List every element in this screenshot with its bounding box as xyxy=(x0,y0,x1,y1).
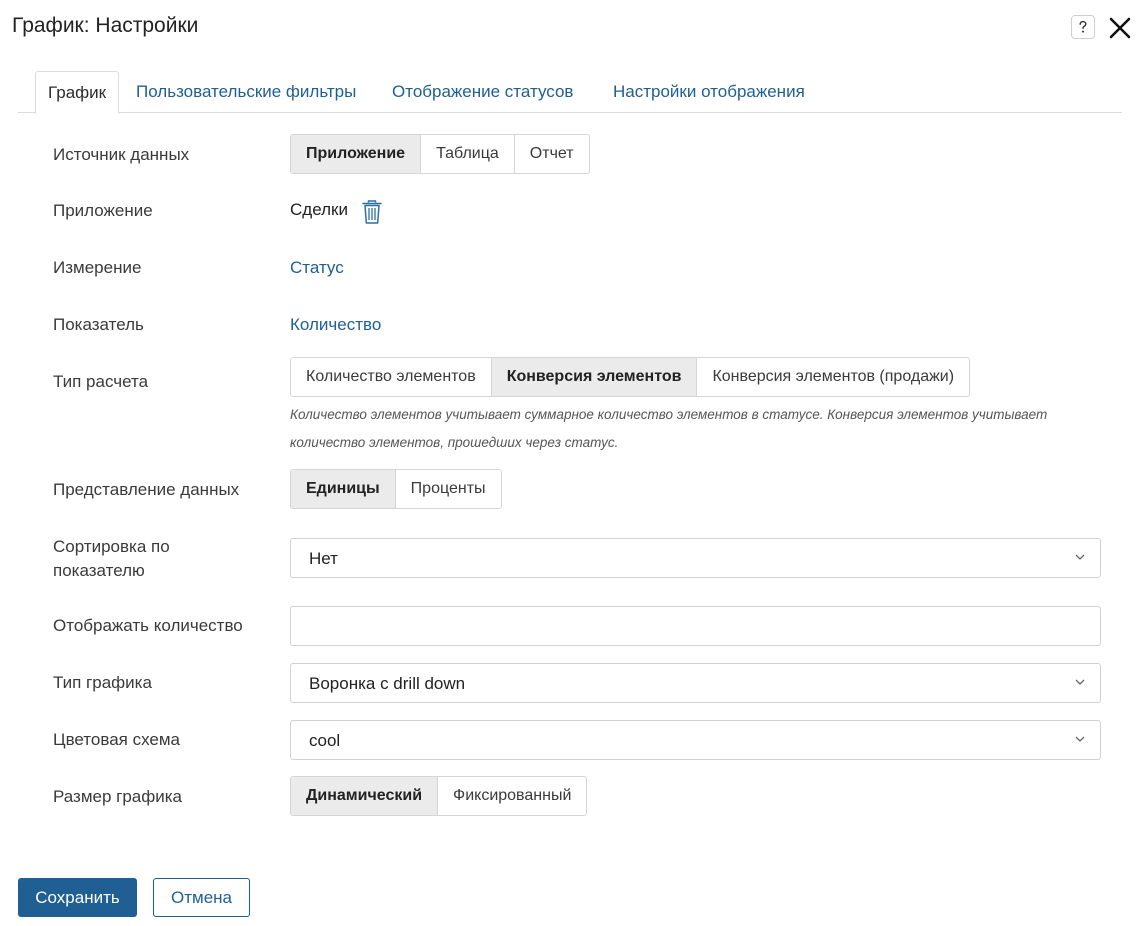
color-scheme-select[interactable]: cool xyxy=(290,720,1101,760)
help-button[interactable] xyxy=(1071,15,1095,39)
chevron-down-icon xyxy=(1075,736,1085,742)
tab-display-settings[interactable]: Настройки отображения xyxy=(613,71,805,113)
close-button[interactable] xyxy=(1106,14,1134,42)
tab-user-filters[interactable]: Пользовательские фильтры xyxy=(136,71,356,113)
dialog-title: График: Настройки xyxy=(12,14,199,37)
chart-type-label: Тип графика xyxy=(53,673,152,692)
calc-type-option-conversion[interactable]: Конверсия элементов xyxy=(491,358,698,396)
chart-type-select[interactable]: Воронка с drill down xyxy=(290,663,1101,703)
chart-size-option-fixed[interactable]: Фиксированный xyxy=(438,777,586,815)
chart-size-label: Размер графика xyxy=(53,787,183,806)
calc-type-label: Тип расчета xyxy=(53,372,149,391)
app-label: Приложение xyxy=(53,201,153,220)
chart-size-selector: Динамический Фиксированный xyxy=(290,776,588,816)
chart-type-select-value: Воронка с drill down xyxy=(309,674,466,693)
tab-bar: График Пользовательские фильтры Отображе… xyxy=(18,71,1122,114)
data-view-label: Представление данных xyxy=(53,480,240,499)
data-source-option-table[interactable]: Таблица xyxy=(421,135,515,173)
trash-icon[interactable] xyxy=(360,199,384,225)
data-view-selector: Единицы Проценты xyxy=(290,469,502,509)
data-view-option-percent[interactable]: Проценты xyxy=(396,470,501,508)
tab-chart[interactable]: График xyxy=(35,71,120,114)
metric-label: Показатель xyxy=(53,315,144,334)
color-scheme-label: Цветовая схема xyxy=(53,730,180,749)
app-value: Сделки xyxy=(290,200,348,219)
sort-label: Сортировка по показателю xyxy=(53,537,170,580)
data-source-option-report[interactable]: Отчет xyxy=(515,135,589,173)
chevron-down-icon xyxy=(1075,679,1085,685)
data-source-selector: Приложение Таблица Отчет xyxy=(290,134,590,174)
save-button[interactable]: Сохранить xyxy=(18,878,137,917)
metric-link[interactable]: Количество xyxy=(290,313,381,337)
chevron-down-icon xyxy=(1075,554,1085,560)
sort-select-value: Нет xyxy=(309,549,338,568)
cancel-button[interactable]: Отмена xyxy=(153,878,250,917)
question-icon xyxy=(1079,20,1087,33)
calc-type-option-conversion-sales[interactable]: Конверсия элементов (продажи) xyxy=(697,358,969,396)
chart-size-option-dynamic[interactable]: Динамический xyxy=(291,777,439,815)
close-icon xyxy=(1109,17,1131,39)
data-view-option-units[interactable]: Единицы xyxy=(291,470,396,508)
show-count-input[interactable] xyxy=(290,606,1101,646)
calc-type-option-count[interactable]: Количество элементов xyxy=(291,358,492,396)
data-source-label: Источник данных xyxy=(53,145,190,164)
sort-select[interactable]: Нет xyxy=(290,538,1101,578)
show-count-label: Отображать количество xyxy=(53,616,243,635)
data-source-option-app[interactable]: Приложение xyxy=(291,135,422,173)
calc-type-selector: Количество элементов Конверсия элементов… xyxy=(290,357,971,397)
color-scheme-select-value: cool xyxy=(309,731,341,750)
tab-status-display[interactable]: Отображение статусов xyxy=(392,71,573,113)
dimension-link[interactable]: Статус xyxy=(290,256,344,280)
calc-type-hint: Количество элементов учитывает суммарное… xyxy=(290,407,1048,450)
dimension-label: Измерение xyxy=(53,258,142,277)
